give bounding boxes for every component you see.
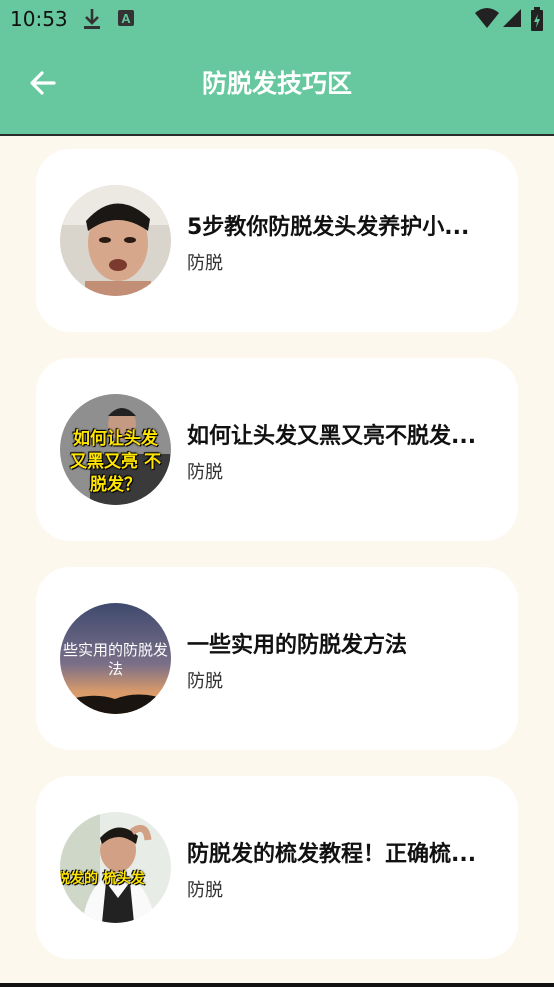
list-item[interactable]: 些实用的防脱发 法 一些实用的防脱发方法 防脱 bbox=[36, 567, 518, 750]
battery-icon bbox=[531, 7, 543, 31]
list-item[interactable]: 如何让头发 又黑又亮 不脱发？ 如何让头发又黑又亮不脱发... 防脱 bbox=[36, 358, 518, 541]
a-badge-icon: A bbox=[118, 10, 134, 26]
item-tag: 防脱 bbox=[187, 462, 223, 483]
download-icon bbox=[84, 9, 100, 29]
item-tag: 防脱 bbox=[187, 671, 223, 692]
list-item[interactable]: 脱发的 梳头发 防脱发的梳发教程！正确梳... 防脱 bbox=[36, 776, 518, 959]
thumbnail-caption: 些实用的防脱发 法 bbox=[62, 641, 168, 678]
svg-text:A: A bbox=[121, 11, 131, 26]
status-bar: 10:53 A bbox=[0, 0, 554, 38]
wifi-icon bbox=[475, 8, 499, 28]
item-title: 一些实用的防脱发方法 bbox=[187, 633, 408, 658]
video-thumbnail bbox=[60, 185, 171, 296]
video-thumbnail: 脱发的 梳头发 bbox=[60, 812, 171, 923]
status-time: 10:53 bbox=[10, 7, 68, 31]
item-tag: 防脱 bbox=[187, 253, 223, 274]
thumbnail-caption: 如何让头发 又黑又亮 不脱发？ bbox=[70, 429, 161, 495]
item-title: 防脱发的梳发教程！正确梳... bbox=[187, 842, 477, 867]
page-title: 防脱发技巧区 bbox=[201, 69, 352, 98]
item-tag: 防脱 bbox=[187, 880, 223, 901]
list-item[interactable]: 5步教你防脱发头发养护小... 防脱 bbox=[36, 149, 518, 332]
signal-icon bbox=[503, 9, 521, 27]
video-thumbnail: 如何让头发 又黑又亮 不脱发？ bbox=[60, 394, 171, 505]
item-title: 5步教你防脱发头发养护小... bbox=[187, 215, 470, 240]
video-thumbnail: 些实用的防脱发 法 bbox=[60, 603, 171, 714]
bottom-divider bbox=[0, 983, 554, 987]
thumbnail-caption: 脱发的 梳头发 bbox=[60, 871, 145, 887]
item-title: 如何让头发又黑又亮不脱发... bbox=[187, 424, 477, 449]
app-bar: 防脱发技巧区 bbox=[0, 38, 554, 136]
